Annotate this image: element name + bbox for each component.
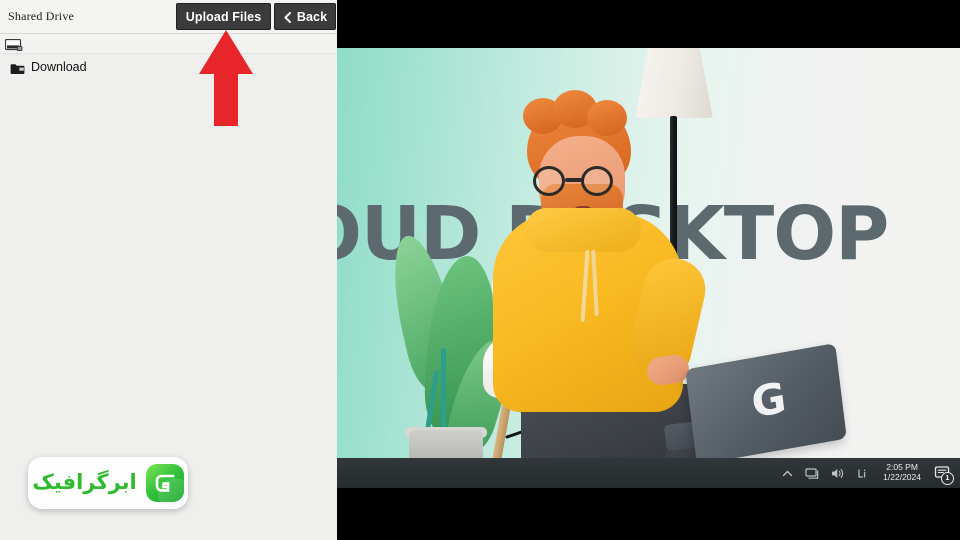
character-hood-collar — [525, 208, 641, 252]
glasses-lens — [581, 166, 613, 196]
upload-files-label: Upload Files — [185, 9, 262, 24]
back-button[interactable]: Back — [274, 3, 336, 30]
windows-taskbar: 2:05 PM 1/22/2024 1 — [337, 458, 960, 488]
video-frame: OUD DESKTOP — [337, 48, 960, 488]
notification-count-badge: 1 — [941, 472, 954, 485]
list-item[interactable]: Download — [0, 57, 337, 79]
video-player-area[interactable]: OUD DESKTOP — [337, 0, 960, 540]
watermark-badge: ابرگرافیک — [28, 457, 188, 509]
list-item-label: Download — [31, 60, 87, 74]
volume-icon[interactable] — [830, 466, 845, 481]
chevron-up-icon[interactable] — [780, 466, 795, 481]
drive-icon — [4, 38, 23, 51]
watermark-logo-icon — [145, 464, 184, 502]
app-screenshot: Shared Drive Upload Files Back Download … — [0, 0, 960, 540]
watermark-text: ابرگرافیک — [32, 469, 137, 494]
system-tray: 2:05 PM 1/22/2024 1 — [780, 463, 960, 485]
chevron-left-icon — [283, 12, 292, 23]
network-icon[interactable] — [805, 466, 820, 481]
file-panel-toolbar: Shared Drive Upload Files Back — [0, 0, 337, 34]
clock-date: 1/22/2024 — [883, 472, 921, 482]
drive-row[interactable] — [0, 34, 337, 54]
glasses-lens — [533, 166, 565, 196]
laptop-logo: G — [748, 372, 789, 428]
back-label: Back — [296, 9, 328, 24]
character-hair-curl — [587, 100, 627, 136]
keyboard-layout-icon[interactable] — [855, 466, 870, 481]
file-browser-panel: Shared Drive Upload Files Back Download … — [0, 0, 337, 540]
glasses-icon — [531, 166, 637, 196]
character-illustration: G — [487, 88, 847, 488]
taskbar-clock[interactable]: 2:05 PM 1/22/2024 — [883, 463, 921, 482]
page-title: Shared Drive — [8, 9, 75, 23]
folder-icon — [10, 62, 25, 74]
upload-files-button[interactable]: Upload Files — [176, 3, 271, 30]
notifications-button[interactable]: 1 — [934, 464, 954, 485]
